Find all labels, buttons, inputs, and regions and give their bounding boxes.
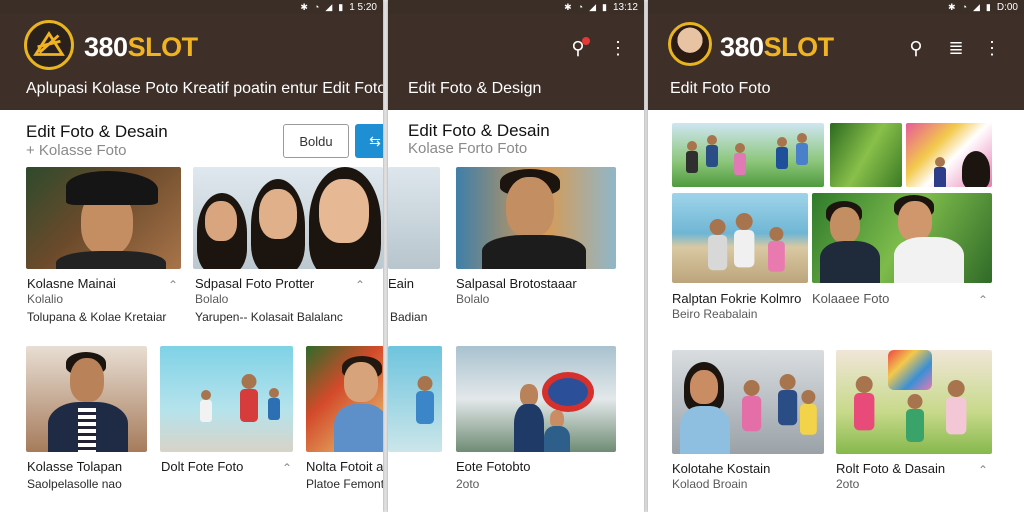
brand-name: 380SLOT bbox=[720, 32, 834, 62]
photo-thumbnail[interactable] bbox=[672, 350, 824, 454]
card-subtitle: Saolpelasolle nao bbox=[27, 477, 122, 491]
photo-thumbnail[interactable] bbox=[26, 167, 181, 269]
card-title: Rolt Foto & Dasain bbox=[836, 461, 946, 476]
battery-icon: ▮ bbox=[985, 1, 991, 12]
photo-thumbnail[interactable] bbox=[26, 346, 147, 452]
wifi-icon: ◔ bbox=[577, 1, 584, 12]
wifi-icon: ◔ bbox=[961, 1, 967, 12]
screen-middle: ✱ ◔ ◢ ▮ 13:12 ⚲ ⋮ Edit Foto & Design Edi… bbox=[388, 0, 644, 512]
app-header: ⚲ ⋮ Edit Foto & Design bbox=[388, 14, 644, 110]
status-time: 13:12 bbox=[612, 1, 638, 13]
status-bar: ✱ ◔ ◢ ▮ 13:12 bbox=[388, 0, 644, 14]
photo-thumbnail[interactable] bbox=[836, 350, 992, 454]
card-title: Eain bbox=[388, 276, 415, 291]
avatar[interactable] bbox=[668, 22, 712, 66]
section-subtitle: Kolase Forto Foto bbox=[408, 140, 528, 157]
signal-icon: ◢ bbox=[973, 1, 980, 12]
notification-dot bbox=[582, 37, 590, 45]
card-title: Nolta Fotoit anaka bbox=[306, 459, 383, 474]
card-title: Kolotahe Kostain bbox=[672, 461, 771, 476]
section-title: Edit Foto & Desain bbox=[408, 121, 550, 140]
photo-thumbnail[interactable] bbox=[672, 193, 808, 283]
app-subtitle: Aplupasi Kolase Poto Kreatif poatin entu… bbox=[26, 80, 383, 97]
more-vert-icon: ⋮ bbox=[983, 37, 1001, 58]
card-title: Salpasal Brotostaaar bbox=[456, 276, 577, 291]
header-label: Edit Foto Foto bbox=[670, 80, 771, 97]
photo-thumbnail[interactable] bbox=[672, 123, 824, 187]
card-title: Kolaaee Foto bbox=[812, 291, 890, 306]
outline-button[interactable]: Boldu bbox=[283, 124, 349, 158]
section-title: Edit Foto & Desain bbox=[26, 122, 168, 141]
photo-thumbnail[interactable] bbox=[830, 123, 902, 187]
card-description: Badian bbox=[390, 310, 428, 324]
brand-logo-icon bbox=[24, 20, 74, 70]
photo-thumbnail[interactable] bbox=[906, 123, 992, 187]
chevron-icon[interactable]: ⌃ bbox=[282, 461, 292, 475]
search-button[interactable]: ⚲ bbox=[904, 36, 928, 60]
card-title: Dolt Fote Foto bbox=[161, 459, 244, 474]
header-label: Edit Foto & Design bbox=[408, 80, 542, 97]
battery-icon: ▮ bbox=[602, 1, 607, 12]
card-subtitle: Platoe Femonto bbox=[306, 477, 383, 491]
card-description: Tolupana & Kolae Kretaiar bbox=[27, 310, 167, 324]
photo-thumbnail[interactable] bbox=[388, 167, 440, 269]
edit-button[interactable]: ≣ bbox=[944, 36, 968, 60]
status-time: D:00 bbox=[996, 1, 1018, 13]
bluetooth-icon: ✱ bbox=[564, 1, 572, 12]
card-description: Yarupen-- Kolasait Balalanc bbox=[195, 310, 343, 324]
photo-thumbnail[interactable] bbox=[306, 346, 383, 452]
photo-thumbnail[interactable] bbox=[193, 167, 383, 269]
card-subtitle: Bolalo bbox=[456, 292, 490, 306]
card-title: Ralptan Fokrie Kolmro bbox=[672, 291, 802, 306]
signal-icon: ◢ bbox=[325, 1, 333, 12]
bluetooth-icon: ✱ bbox=[300, 1, 308, 12]
photo-thumbnail[interactable] bbox=[456, 167, 616, 269]
photo-thumbnail[interactable] bbox=[388, 346, 442, 452]
card-subtitle: Kolaod Broain bbox=[672, 477, 748, 491]
status-bar: ✱ ◔ ◢ ▮ 1 5:20 bbox=[0, 0, 383, 14]
screen-left: ✱ ◔ ◢ ▮ 1 5:20 380SLOT Aplupasi Kolase P… bbox=[0, 0, 383, 512]
card-title: Eote Fotobto bbox=[456, 459, 531, 474]
search-icon: ⚲ bbox=[909, 37, 923, 58]
more-vert-icon: ⋮ bbox=[609, 37, 627, 58]
more-menu-button[interactable]: ⋮ bbox=[606, 36, 630, 60]
chevron-icon[interactable]: ⌃ bbox=[978, 293, 988, 307]
section-subtitle: + Kolasse Foto bbox=[26, 142, 127, 159]
card-subtitle: 2oto bbox=[456, 477, 480, 491]
chevron-icon[interactable]: ⌃ bbox=[978, 463, 988, 477]
app-header: 380SLOT ⚲ ≣ ⋮ Edit Foto Foto bbox=[648, 14, 1024, 110]
edit-icon: ≣ bbox=[948, 37, 964, 58]
card-subtitle: Bolalo bbox=[195, 292, 229, 306]
card-title: Kolasne Mainai bbox=[27, 276, 116, 291]
chevron-icon[interactable]: ⌃ bbox=[168, 278, 178, 292]
card-subtitle: 2oto bbox=[836, 477, 860, 491]
bluetooth-icon: ✱ bbox=[948, 1, 956, 12]
wifi-icon: ◔ bbox=[313, 1, 320, 12]
status-bar: ✱ ◔ ◢ ▮ D:00 bbox=[648, 0, 1024, 14]
card-subtitle: Kolalio bbox=[27, 292, 64, 306]
screen-right: ✱ ◔ ◢ ▮ D:00 380SLOT ⚲ ≣ ⋮ Edit Foto Fot… bbox=[648, 0, 1024, 512]
share-button[interactable]: ⇆ bbox=[355, 124, 383, 158]
app-header: 380SLOT Aplupasi Kolase Poto Kreatif poa… bbox=[0, 14, 383, 110]
brand-name: 380SLOT bbox=[84, 32, 198, 62]
photo-thumbnail[interactable] bbox=[812, 193, 992, 283]
status-time: 1 5:20 bbox=[349, 1, 377, 13]
card-subtitle: Beiro Reabalain bbox=[672, 307, 758, 321]
card-title: Sdpasal Foto Protter bbox=[195, 276, 315, 291]
photo-thumbnail[interactable] bbox=[456, 346, 616, 452]
share-icon: ⇆ bbox=[369, 132, 381, 149]
signal-icon: ◢ bbox=[589, 1, 597, 12]
battery-icon: ▮ bbox=[338, 1, 344, 12]
photo-thumbnail[interactable] bbox=[160, 346, 293, 452]
card-title: Kolasse Tolapan bbox=[27, 459, 123, 474]
more-menu-button[interactable]: ⋮ bbox=[980, 36, 1004, 60]
search-button[interactable]: ⚲ bbox=[566, 36, 590, 60]
chevron-icon[interactable]: ⌃ bbox=[355, 278, 365, 292]
